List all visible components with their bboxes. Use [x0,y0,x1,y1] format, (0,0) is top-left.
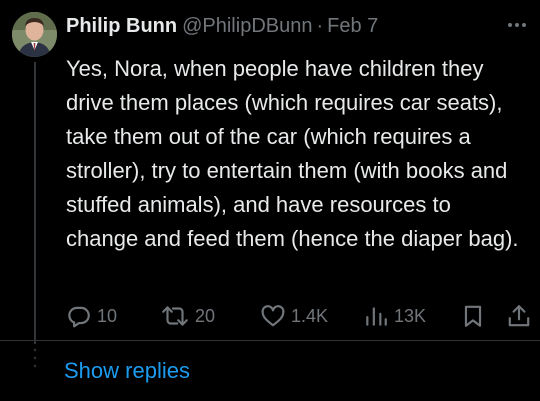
reply-icon [68,306,90,328]
thread-line [34,62,36,344]
more-options-button[interactable] [506,18,528,32]
share-button[interactable] [506,300,532,332]
bookmark-button[interactable] [460,300,486,332]
repost-count: 20 [195,305,216,326]
thread-dots [33,348,37,368]
heart-icon [261,305,285,327]
views-button[interactable]: 13K [363,300,426,332]
like-button[interactable]: 1.4K [260,300,328,332]
reply-button[interactable]: 10 [66,300,117,332]
tweet-text: Yes, Nora, when people have children the… [66,56,519,251]
divider [0,340,540,341]
tweet-header: Philip Bunn @PhilipDBunn · Feb 7 [66,14,528,38]
like-count: 1.4K [291,305,329,326]
header-separator: · [316,15,324,37]
share-icon [508,305,530,327]
bookmark-icon [464,305,482,327]
tweet[interactable]: Philip Bunn @PhilipDBunn · Feb 7 Yes, No… [0,0,540,344]
reply-count: 10 [97,305,118,326]
author-handle[interactable]: @PhilipDBunn [182,14,312,38]
tweet-date[interactable]: Feb 7 [327,14,378,38]
repost-icon [162,306,188,326]
avatar[interactable] [12,12,57,57]
repost-button[interactable]: 20 [160,300,215,332]
show-replies-link[interactable]: Show replies [64,356,190,386]
view-count: 13K [394,305,427,326]
analytics-icon [366,307,387,326]
author-display-name[interactable]: Philip Bunn [66,14,177,38]
tweet-actions: 10 20 1.4K 13K [62,300,532,332]
more-horizontal-icon [508,23,526,27]
